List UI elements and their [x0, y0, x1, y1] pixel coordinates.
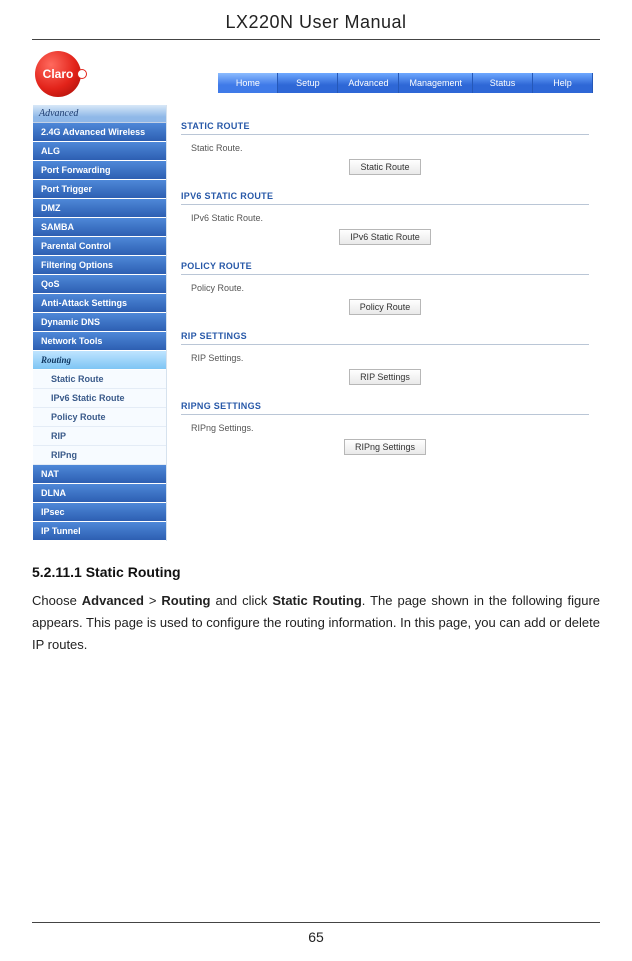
- para-bold-routing: Routing: [161, 593, 210, 608]
- section-body: IPv6 Static Route.: [181, 205, 589, 225]
- topnav-tab-status[interactable]: Status: [473, 73, 533, 93]
- sidebar-item[interactable]: DMZ: [33, 199, 166, 218]
- sidebar: Advanced 2.4G Advanced WirelessALGPort F…: [33, 105, 167, 541]
- sidebar-item[interactable]: Filtering Options: [33, 256, 166, 275]
- router-body: Advanced 2.4G Advanced WirelessALGPort F…: [33, 101, 599, 541]
- section-title: RIPNG SETTINGS: [181, 395, 589, 415]
- sidebar-item[interactable]: IPv6 Static Route: [33, 389, 166, 408]
- sidebar-item[interactable]: 2.4G Advanced Wireless: [33, 123, 166, 142]
- section-title: IPV6 STATIC ROUTE: [181, 185, 589, 205]
- section-button-wrap: RIP Settings: [181, 369, 589, 385]
- topnav-tab-help[interactable]: Help: [533, 73, 593, 93]
- sidebar-item[interactable]: IP Tunnel: [33, 522, 166, 541]
- sidebar-item[interactable]: QoS: [33, 275, 166, 294]
- para-bold-static-routing: Static Routing: [272, 593, 361, 608]
- section-title: POLICY ROUTE: [181, 255, 589, 275]
- section-paragraph: Choose Advanced > Routing and click Stat…: [32, 590, 600, 656]
- sidebar-item[interactable]: SAMBA: [33, 218, 166, 237]
- section-body: RIP Settings.: [181, 345, 589, 365]
- section-button-wrap: RIPng Settings: [181, 439, 589, 455]
- para-text: and click: [211, 593, 273, 608]
- sidebar-item[interactable]: Dynamic DNS: [33, 313, 166, 332]
- para-text: Choose: [32, 593, 82, 608]
- sidebar-item[interactable]: RIP: [33, 427, 166, 446]
- section-button-wrap: IPv6 Static Route: [181, 229, 589, 245]
- sidebar-item[interactable]: Network Tools: [33, 332, 166, 351]
- section-button-wrap: Policy Route: [181, 299, 589, 315]
- section-button[interactable]: RIPng Settings: [344, 439, 426, 455]
- sidebar-item[interactable]: Port Trigger: [33, 180, 166, 199]
- sidebar-item[interactable]: Static Route: [33, 370, 166, 389]
- sidebar-item[interactable]: DLNA: [33, 484, 166, 503]
- sidebar-item[interactable]: ALG: [33, 142, 166, 161]
- topnav-tab-management[interactable]: Management: [399, 73, 473, 93]
- section-button[interactable]: IPv6 Static Route: [339, 229, 431, 245]
- sidebar-category[interactable]: Advanced: [33, 105, 166, 123]
- sidebar-item[interactable]: IPsec: [33, 503, 166, 522]
- sidebar-item[interactable]: RIPng: [33, 446, 166, 465]
- topnav-tab-advanced[interactable]: Advanced: [338, 73, 399, 93]
- top-nav: HomeSetupAdvancedManagementStatusHelp: [218, 73, 593, 93]
- title-rule: [32, 39, 600, 40]
- section-button-wrap: Static Route: [181, 159, 589, 175]
- document-title: LX220N User Manual: [32, 12, 600, 33]
- section-title: RIP SETTINGS: [181, 325, 589, 345]
- page-number: 65: [0, 922, 632, 945]
- section-button[interactable]: RIP Settings: [349, 369, 421, 385]
- sidebar-item[interactable]: Parental Control: [33, 237, 166, 256]
- section-body: RIPng Settings.: [181, 415, 589, 435]
- sidebar-item[interactable]: Anti-Attack Settings: [33, 294, 166, 313]
- sidebar-item[interactable]: Policy Route: [33, 408, 166, 427]
- sidebar-item[interactable]: Routing: [33, 351, 166, 370]
- sidebar-item[interactable]: Port Forwarding: [33, 161, 166, 180]
- router-header: Claro HomeSetupAdvancedManagementStatusH…: [33, 49, 599, 101]
- para-bold-advanced: Advanced: [82, 593, 144, 608]
- section-button[interactable]: Static Route: [349, 159, 420, 175]
- section-body: Policy Route.: [181, 275, 589, 295]
- topnav-tab-home[interactable]: Home: [218, 73, 278, 93]
- main-panel: STATIC ROUTEStatic Route. Static Route IPV…: [167, 105, 599, 541]
- router-screenshot: Claro HomeSetupAdvancedManagementStatusH…: [32, 48, 600, 542]
- topnav-tab-setup[interactable]: Setup: [278, 73, 338, 93]
- section-title: STATIC ROUTE: [181, 115, 589, 135]
- section-body: Static Route.: [181, 135, 589, 155]
- brand-logo: Claro: [35, 51, 81, 97]
- section-button[interactable]: Policy Route: [349, 299, 422, 315]
- sidebar-item[interactable]: NAT: [33, 465, 166, 484]
- para-text: >: [144, 593, 162, 608]
- section-heading: 5.2.11.1 Static Routing: [32, 564, 600, 580]
